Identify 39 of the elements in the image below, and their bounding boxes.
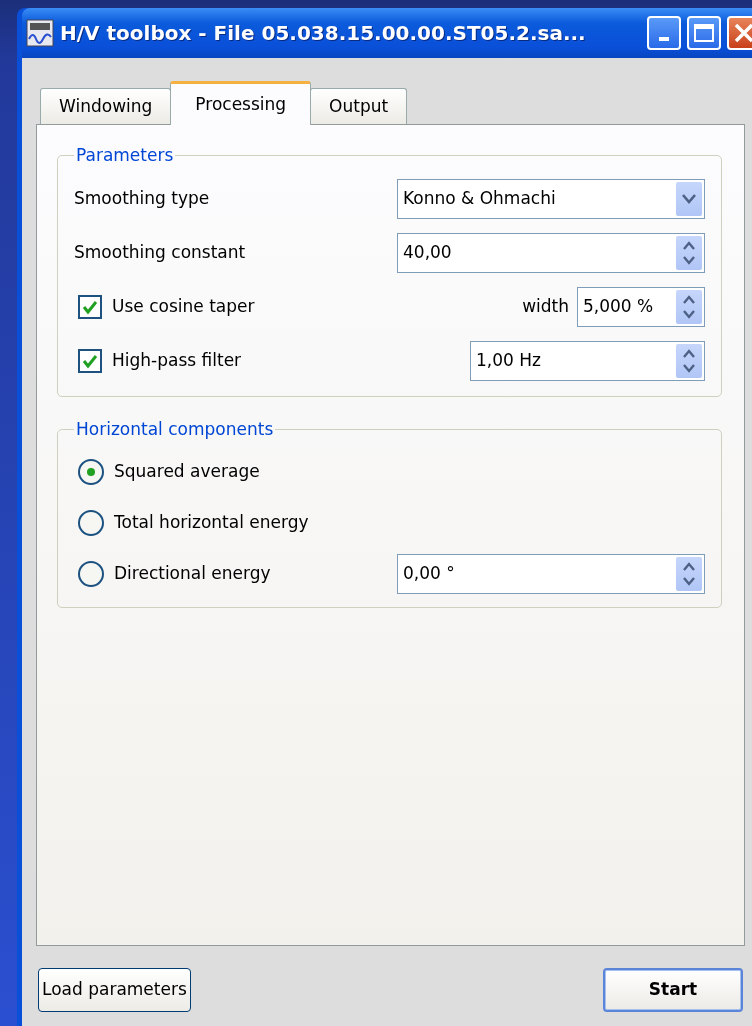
minimize-button[interactable]: [647, 16, 681, 50]
checkbox[interactable]: [78, 295, 102, 319]
checkbox-label: Use cosine taper: [112, 295, 256, 319]
spin-arrows-icon[interactable]: [676, 556, 702, 591]
spin-box[interactable]: 40,00: [397, 233, 705, 273]
tab[interactable]: Windowing: [40, 88, 172, 124]
spin-arrows-icon[interactable]: [676, 290, 702, 324]
checkmark-icon: [82, 299, 98, 315]
radio-button[interactable]: [78, 509, 104, 536]
checkmark-icon: [82, 353, 98, 369]
start-button[interactable]: Start: [603, 968, 743, 1012]
window-title: H/V toolbox - File 05.038.15.00.00.ST05.2.sa...: [60, 20, 587, 47]
checkbox[interactable]: [78, 349, 102, 373]
field-label: Smoothing type: [74, 187, 211, 211]
spin-box[interactable]: 5,000 %: [577, 287, 705, 327]
app-icon: [26, 19, 54, 47]
load-button[interactable]: Load parameters: [38, 968, 191, 1012]
spin-arrows-icon[interactable]: [676, 344, 702, 378]
maximize-button[interactable]: [687, 16, 721, 50]
radio-label: Total horizontal energy: [114, 510, 310, 534]
spin-box[interactable]: 0,00 °: [397, 553, 705, 594]
tab[interactable]: Output: [310, 88, 408, 124]
spin-box[interactable]: 1,00 Hz: [470, 341, 705, 381]
field-label: width: [522, 295, 569, 319]
dropdown[interactable]: Konno & Ohmachi: [397, 179, 705, 219]
close-icon: [733, 22, 752, 44]
radio-button[interactable]: [78, 458, 104, 485]
minimize-icon: [659, 37, 669, 41]
field-label: Smoothing constant: [74, 241, 247, 265]
spin-arrows-icon[interactable]: [676, 236, 702, 270]
radio-label: Directional energy: [114, 561, 272, 585]
radio-label: Squared average: [114, 459, 261, 483]
tab[interactable]: Processing: [170, 81, 312, 125]
maximize-icon: [693, 22, 715, 44]
radio-button[interactable]: [78, 560, 104, 587]
group-title: Parameters: [75, 147, 175, 164]
close-button[interactable]: [727, 16, 752, 50]
group-title: Horizontal components: [75, 421, 275, 438]
checkbox-label: High-pass filter: [112, 349, 243, 373]
